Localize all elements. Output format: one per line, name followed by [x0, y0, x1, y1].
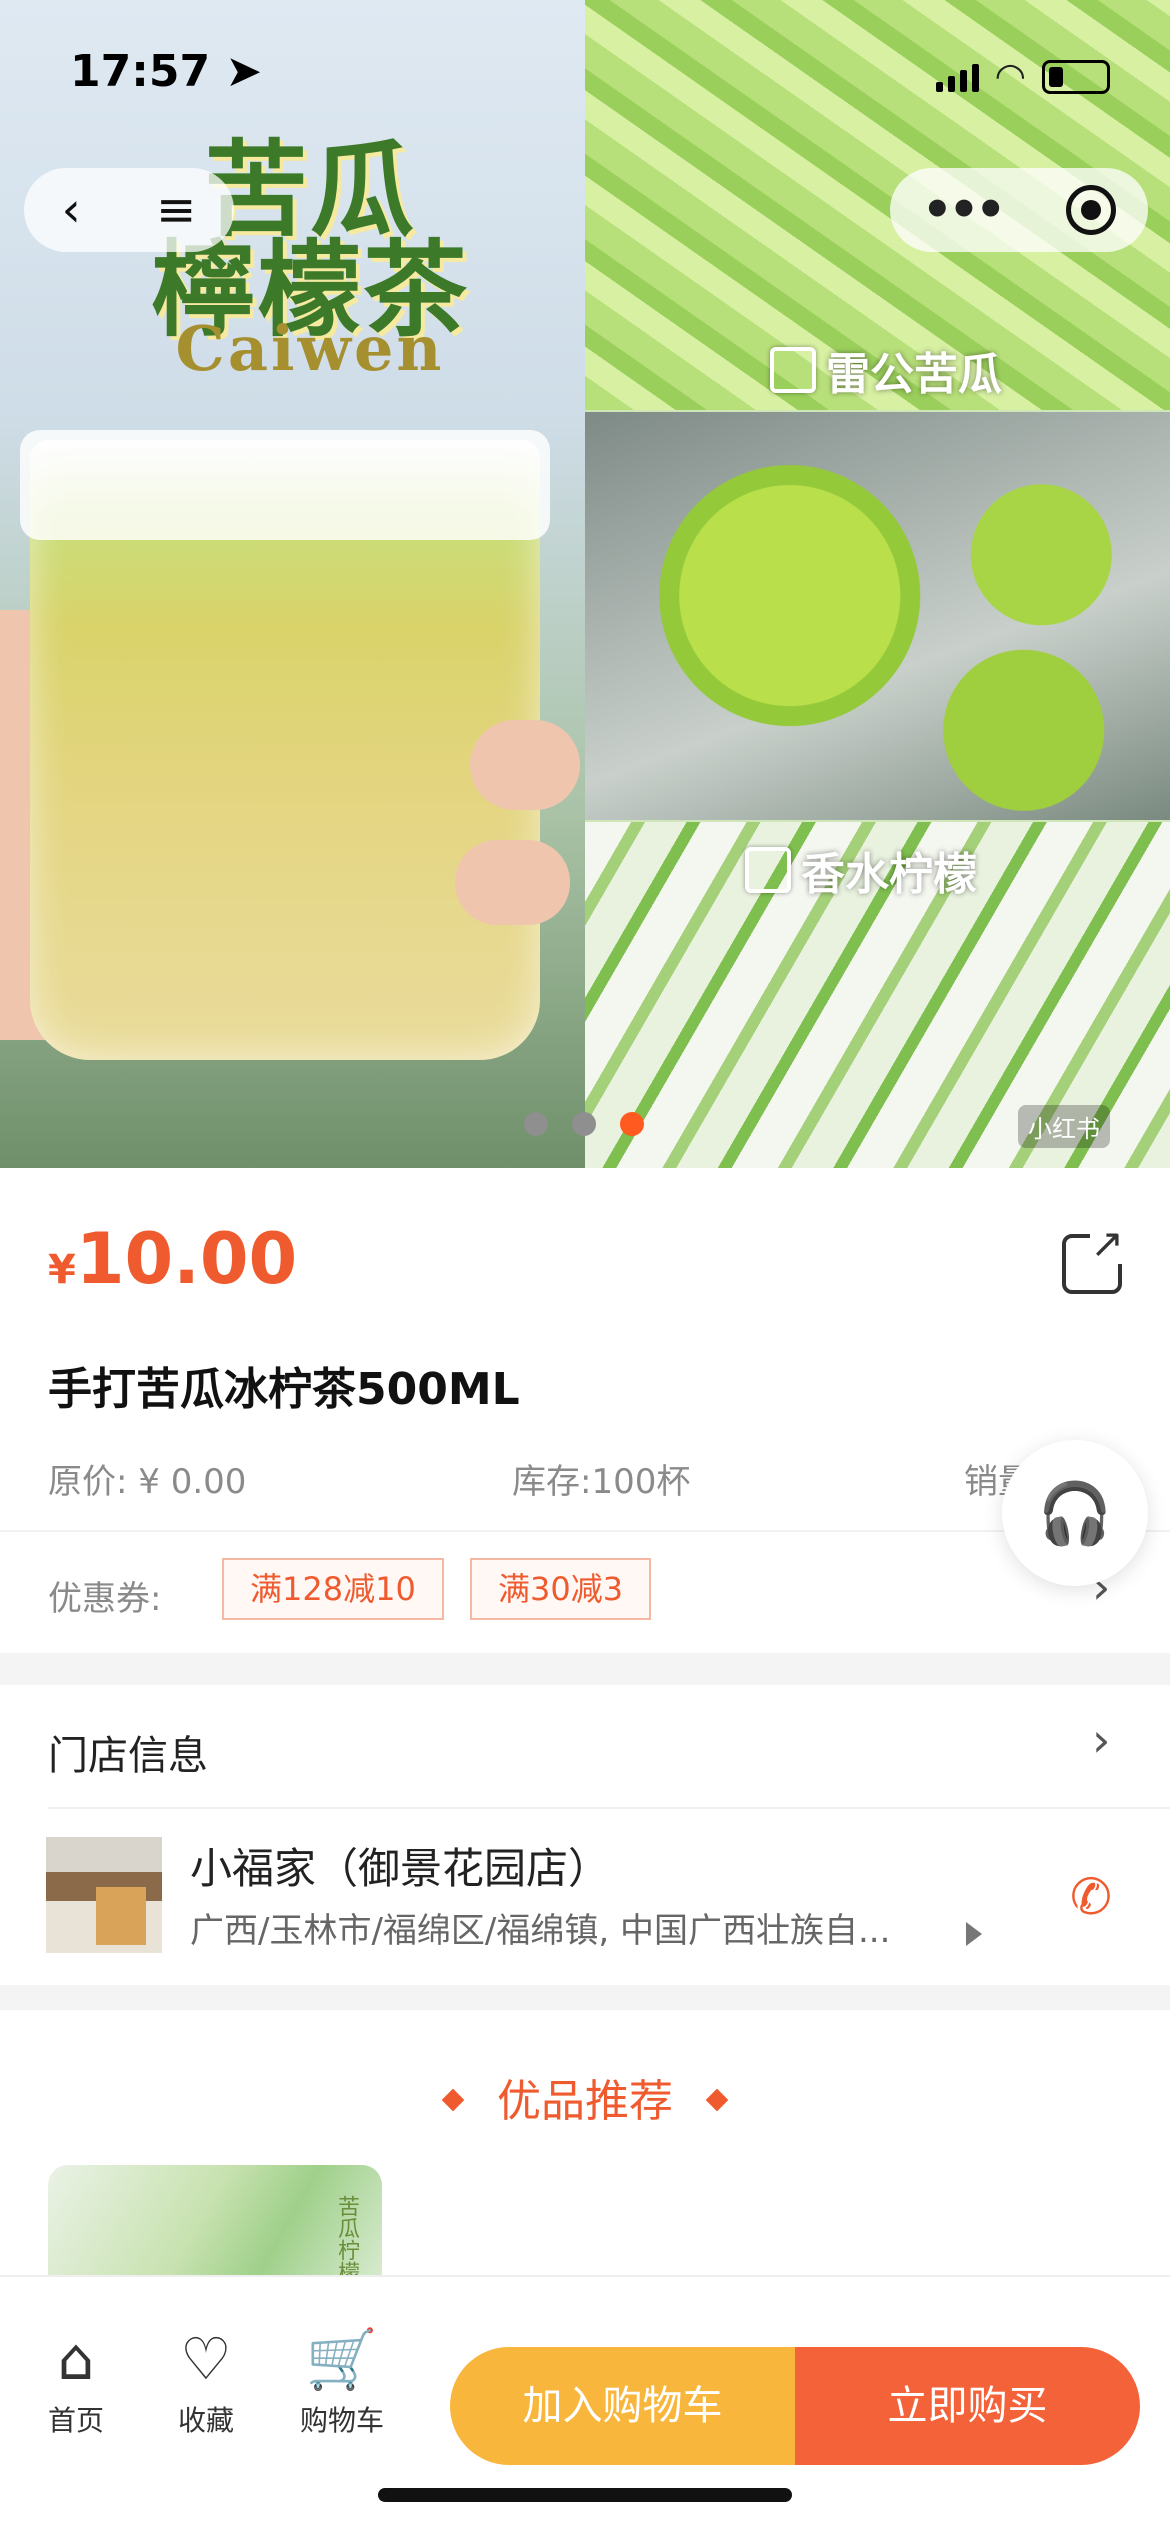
stock: 库存:100杯	[512, 1462, 691, 1502]
product-image-carousel[interactable]: 苦瓜 檸檬茶 Caiwen 雷公苦瓜 香水柠檬 小红书 17:57 ➤ ◠ ‹ …	[0, 0, 1170, 1168]
store-thumbnail	[46, 1837, 162, 1953]
tab-label: 购物车	[299, 2404, 384, 2437]
nav-capsule-left: ‹ ≡	[24, 168, 234, 252]
store-name[interactable]: 小福家（御景花园店）	[190, 1835, 610, 1896]
navigate-icon[interactable]	[966, 1922, 982, 1946]
wifi-icon: ◠	[994, 56, 1026, 97]
product-info: ¥10.00 手打苦瓜冰柠茶500ML 原价: ¥ 0.00 库存:100杯 销…	[0, 1168, 1170, 1653]
hero-subtitle: Caiwen	[175, 312, 445, 385]
more-icon[interactable]: •••	[922, 182, 1006, 238]
customer-service-icon[interactable]: 🎧	[1002, 1440, 1148, 1586]
diamond-icon	[441, 2088, 465, 2112]
tab-label: 收藏	[177, 2404, 234, 2437]
checkbox-icon	[770, 347, 816, 393]
store-info-section: 门店信息 › 小福家（御景花园店） 广西/玉林市/福绵区/福绵镇, 中国广西壮族…	[0, 1685, 1170, 1985]
cup-lid-image	[20, 430, 550, 540]
divider	[0, 1530, 1170, 1532]
buy-now-button[interactable]: 立即购买	[795, 2347, 1140, 2465]
finger-image	[455, 840, 570, 925]
carousel-dot[interactable]	[524, 1112, 548, 1136]
cart-icon: 🛒	[305, 2325, 379, 2393]
watermark: 小红书	[1018, 1105, 1110, 1148]
coupon-tag[interactable]: 满128减10	[222, 1558, 444, 1620]
checkbox-icon	[745, 847, 791, 893]
home-indicator[interactable]	[378, 2488, 792, 2502]
menu-icon[interactable]: ≡	[156, 182, 196, 238]
battery-icon	[1042, 59, 1110, 94]
status-time: 17:57 ➤	[70, 46, 263, 97]
product-name: 手打苦瓜冰柠茶500ML	[48, 1364, 520, 1415]
cut-lemon-image: 香水柠檬 小红书	[585, 822, 1170, 1168]
coupon-tag[interactable]: 满30减3	[470, 1558, 652, 1620]
panel-tag: 香水柠檬	[745, 838, 977, 902]
store-address[interactable]: 广西/玉林市/福绵区/福绵镇, 中国广西壮族自...	[190, 1903, 890, 1952]
heart-icon: ♡	[180, 2325, 232, 2393]
signal-icon	[935, 62, 979, 92]
phone-icon[interactable]: ✆	[1070, 1868, 1112, 1926]
panel-tag: 雷公苦瓜	[770, 338, 1002, 402]
carousel-dot-active[interactable]	[620, 1112, 644, 1136]
product-price: ¥10.00	[48, 1218, 298, 1300]
chevron-right-icon[interactable]: ›	[1092, 1713, 1110, 1767]
carousel-indicators	[524, 1112, 644, 1136]
back-icon[interactable]: ‹	[62, 182, 81, 238]
miniprogram-capsule: •••	[890, 168, 1148, 252]
coupon-label: 优惠券:	[48, 1579, 162, 1619]
tab-label: 首页	[47, 2404, 104, 2437]
store-section-title: 门店信息	[48, 1733, 208, 1779]
share-icon[interactable]	[1062, 1224, 1124, 1294]
tab-home[interactable]: ⌂ 首页	[16, 2327, 136, 2439]
home-icon: ⌂	[57, 2325, 95, 2393]
finger-image	[470, 720, 580, 810]
original-price: 原价: ¥ 0.00	[48, 1462, 247, 1502]
diamond-icon	[705, 2088, 729, 2112]
tab-cart[interactable]: 🛒 购物车	[282, 2327, 402, 2439]
carousel-dot[interactable]	[572, 1112, 596, 1136]
add-to-cart-button[interactable]: 加入购物车	[450, 2347, 795, 2465]
location-icon: ➤	[225, 46, 263, 97]
divider	[48, 1807, 1170, 1809]
status-bar: 17:57 ➤ ◠	[0, 0, 1170, 140]
close-miniprogram-icon[interactable]	[1066, 185, 1116, 235]
tab-favorite[interactable]: ♡ 收藏	[146, 2327, 266, 2439]
recommend-title: 优品推荐	[0, 2065, 1170, 2129]
lemons-image	[585, 412, 1170, 820]
